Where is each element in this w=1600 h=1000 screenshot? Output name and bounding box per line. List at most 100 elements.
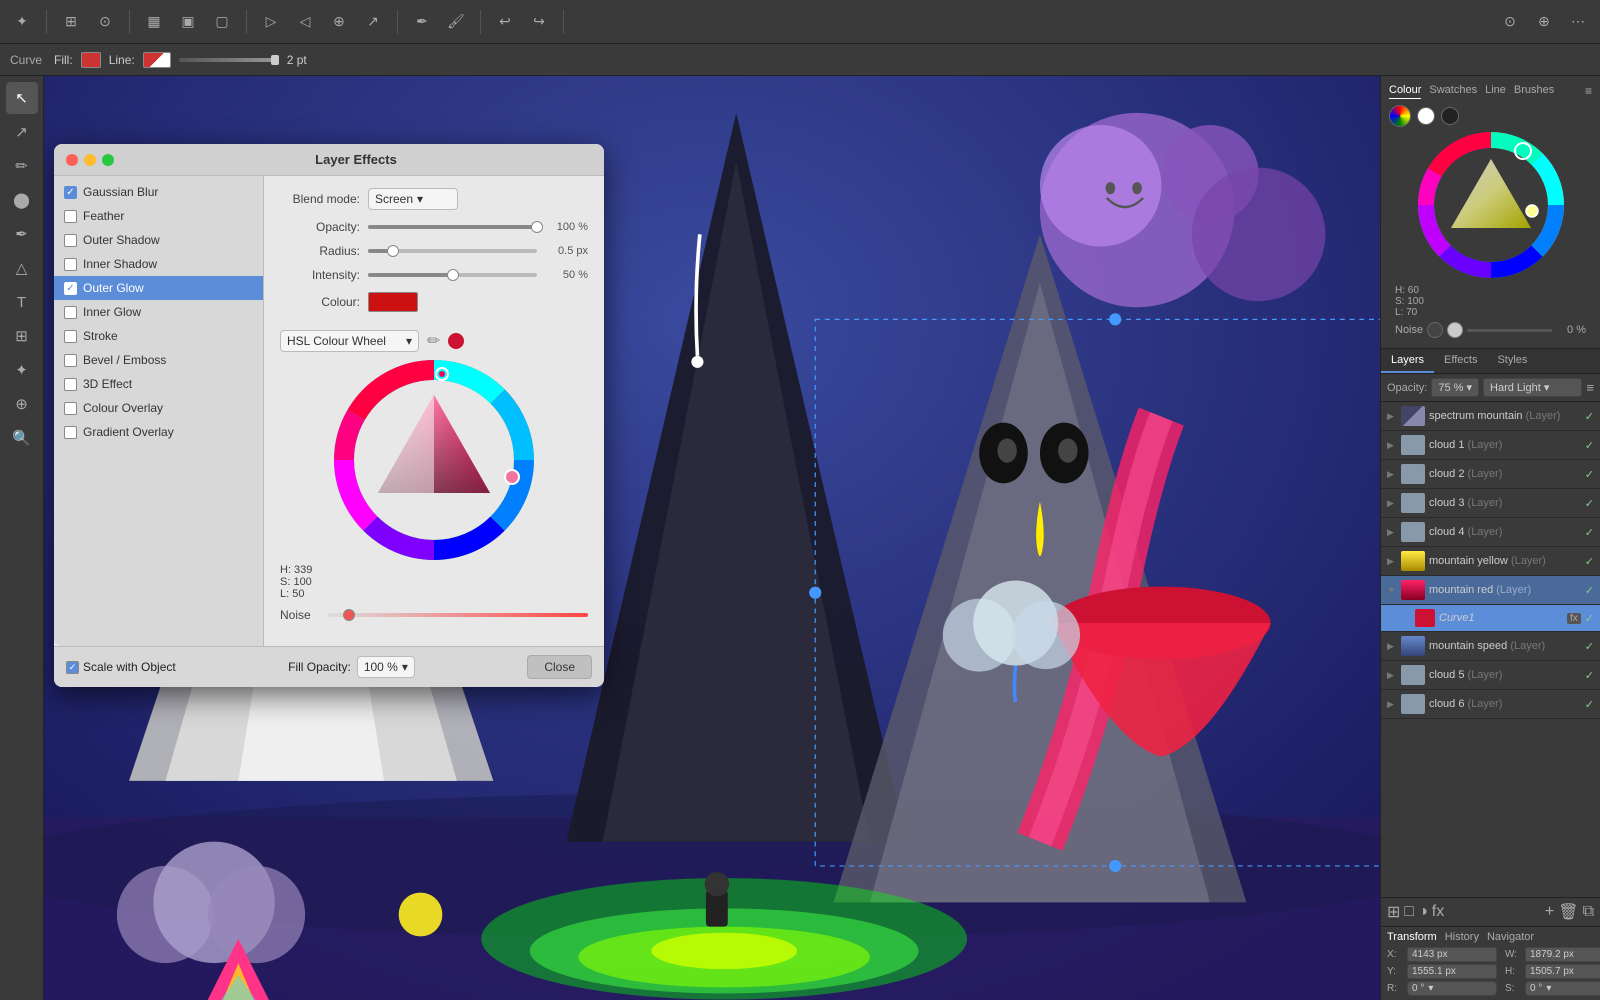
close-window-btn[interactable] <box>66 154 78 166</box>
layer-expand-arrow[interactable]: ▼ <box>1387 585 1397 595</box>
null-color-circle[interactable] <box>1441 107 1459 125</box>
eyedropper-icon[interactable]: ✏ <box>427 331 440 351</box>
lasso-icon[interactable]: ▢ <box>208 8 236 36</box>
layer-item-cloud2[interactable]: ▶ cloud 2 (Layer) ✓ <box>1381 460 1600 489</box>
new-doc-icon[interactable]: ⊞ <box>57 8 85 36</box>
layer-visibility[interactable]: ✓ <box>1585 497 1594 510</box>
history-tab[interactable]: History <box>1445 931 1479 943</box>
outer-glow-checkbox[interactable]: ✓ <box>64 282 77 295</box>
noise-btn-left[interactable] <box>1427 322 1443 338</box>
effect-item-gradient-overlay[interactable]: Gradient Overlay <box>54 420 263 444</box>
brush-icon[interactable]: 🖌 <box>442 8 470 36</box>
layers-options-icon[interactable]: ≡ <box>1586 380 1594 395</box>
h-value[interactable]: 1505.7 px <box>1525 964 1600 979</box>
gaussian-blur-checkbox[interactable]: ✓ <box>64 186 77 199</box>
outer-shadow-checkbox[interactable] <box>64 234 77 247</box>
grid-tool-btn[interactable]: ⊞ <box>6 320 38 352</box>
r-dropdown[interactable]: 0 ° ▾ <box>1407 981 1497 996</box>
blend-mode-dropdown[interactable]: Screen ▾ <box>368 188 458 210</box>
line-width-slider[interactable] <box>179 58 279 62</box>
more-icon[interactable]: ⋯ <box>1564 8 1592 36</box>
colour-tab[interactable]: Colour <box>1389 84 1421 99</box>
layer-item-spectrum-mountain[interactable]: ▶ spectrum mountain (Layer) ✓ <box>1381 402 1600 431</box>
layers-fx-icon[interactable]: fx <box>1432 903 1444 921</box>
effect-item-outer-glow[interactable]: ✓ Outer Glow <box>54 276 263 300</box>
scale-checkbox[interactable]: ✓ <box>66 661 79 674</box>
redo-icon[interactable]: ↪ <box>525 8 553 36</box>
layer-expand-arrow[interactable]: ▶ <box>1387 498 1397 509</box>
stroke-color-circle[interactable] <box>1417 107 1435 125</box>
effect-item-gaussian[interactable]: ✓ Gaussian Blur <box>54 180 263 204</box>
layer-item-cloud5[interactable]: ▶ cloud 5 (Layer) ✓ <box>1381 661 1600 690</box>
radius-slider[interactable] <box>368 249 537 253</box>
layer-visibility[interactable]: ✓ <box>1585 612 1594 625</box>
shape-tool-btn[interactable]: △ <box>6 252 38 284</box>
effect-item-stroke[interactable]: Stroke <box>54 324 263 348</box>
stroke-checkbox[interactable] <box>64 330 77 343</box>
color-mode-dropdown[interactable]: HSL Colour Wheel ▾ <box>280 330 419 352</box>
layer-expand-arrow[interactable]: ▶ <box>1387 670 1397 681</box>
studio-icon[interactable]: ⊙ <box>1496 8 1524 36</box>
colour-overlay-checkbox[interactable] <box>64 402 77 415</box>
layer-expand-arrow[interactable]: ▶ <box>1387 641 1397 652</box>
w-value[interactable]: 1879.2 px <box>1525 947 1600 962</box>
opacity-slider[interactable] <box>368 225 537 229</box>
effects-tab-btn[interactable]: Effects <box>1434 349 1487 373</box>
layer-item-mountain-yellow[interactable]: ▶ mountain yellow (Layer) ✓ <box>1381 547 1600 576</box>
layer-visibility[interactable]: ✓ <box>1585 698 1594 711</box>
pen-icon[interactable]: ✒ <box>408 8 436 36</box>
layer-item-cloud3[interactable]: ▶ cloud 3 (Layer) ✓ <box>1381 489 1600 518</box>
layers-add-icon[interactable]: + <box>1545 903 1554 921</box>
pen-tool-btn[interactable]: ✒ <box>6 218 38 250</box>
maximize-window-btn[interactable] <box>102 154 114 166</box>
feather-checkbox[interactable] <box>64 210 77 223</box>
layer-expand-arrow[interactable]: ▶ <box>1387 411 1397 422</box>
layer-visibility[interactable]: ✓ <box>1585 555 1594 568</box>
layer-item-mountain-red[interactable]: ▼ mountain red (Layer) ✓ <box>1381 576 1600 605</box>
bevel-checkbox[interactable] <box>64 354 77 367</box>
layer-expand-arrow[interactable]: ▶ <box>1387 440 1397 451</box>
effect-item-colour-overlay[interactable]: Colour Overlay <box>54 396 263 420</box>
layer-item-mountain-speed[interactable]: ▶ mountain speed (Layer) ✓ <box>1381 632 1600 661</box>
fill-color-circle[interactable] <box>1389 105 1411 127</box>
grid-icon[interactable]: ▦ <box>140 8 168 36</box>
swatches-tab[interactable]: Swatches <box>1429 84 1477 99</box>
noise-btn-right[interactable] <box>1447 322 1463 338</box>
align-center-icon[interactable]: ⊕ <box>325 8 353 36</box>
select-tool-btn[interactable]: ↖ <box>6 82 38 114</box>
layer-expand-arrow[interactable]: ▶ <box>1387 556 1397 567</box>
layer-item-cloud6[interactable]: ▶ cloud 6 (Layer) ✓ <box>1381 690 1600 719</box>
noise-slider[interactable] <box>328 613 588 617</box>
node-tool-btn[interactable]: ↗ <box>6 116 38 148</box>
select-icon[interactable]: ▣ <box>174 8 202 36</box>
align-right-icon[interactable]: ▷ <box>257 8 285 36</box>
s-dropdown[interactable]: 0 ° ▾ <box>1525 981 1600 996</box>
y-value[interactable]: 1555.1 px <box>1407 964 1497 979</box>
settings-icon[interactable]: ⊙ <box>91 8 119 36</box>
layer-visibility[interactable]: ✓ <box>1585 584 1594 597</box>
text-tool-btn[interactable]: T <box>6 286 38 318</box>
align-left-icon[interactable]: ◁ <box>291 8 319 36</box>
symbol-tool-btn[interactable]: ✦ <box>6 354 38 386</box>
gradient-overlay-checkbox[interactable] <box>64 426 77 439</box>
panel-options-icon[interactable]: ≡ <box>1585 84 1592 99</box>
layers-mask-icon[interactable]: ◑ <box>1418 903 1428 921</box>
intensity-slider[interactable] <box>368 273 537 277</box>
inner-shadow-checkbox[interactable] <box>64 258 77 271</box>
effect-item-outer-shadow[interactable]: Outer Shadow <box>54 228 263 252</box>
layer-item-cloud4[interactable]: ▶ cloud 4 (Layer) ✓ <box>1381 518 1600 547</box>
layers-stack-icon[interactable]: ⊞ <box>1387 902 1400 922</box>
right-color-wheel[interactable] <box>1417 131 1565 279</box>
fill-color-box[interactable] <box>81 52 101 68</box>
layer-visibility[interactable]: ✓ <box>1585 640 1594 653</box>
line-color-box[interactable] <box>143 52 171 68</box>
brushes-tab[interactable]: Brushes <box>1514 84 1554 99</box>
layers-duplicate-icon[interactable]: ⧉ <box>1583 903 1594 921</box>
effect-item-3d[interactable]: 3D Effect <box>54 372 263 396</box>
minimize-window-btn[interactable] <box>84 154 96 166</box>
inner-glow-checkbox[interactable] <box>64 306 77 319</box>
layer-item-curve[interactable]: Curve1 fx ✓ <box>1381 605 1600 632</box>
layer-visibility[interactable]: ✓ <box>1585 526 1594 539</box>
layer-visibility[interactable]: ✓ <box>1585 439 1594 452</box>
layer-item-cloud1[interactable]: ▶ cloud 1 (Layer) ✓ <box>1381 431 1600 460</box>
